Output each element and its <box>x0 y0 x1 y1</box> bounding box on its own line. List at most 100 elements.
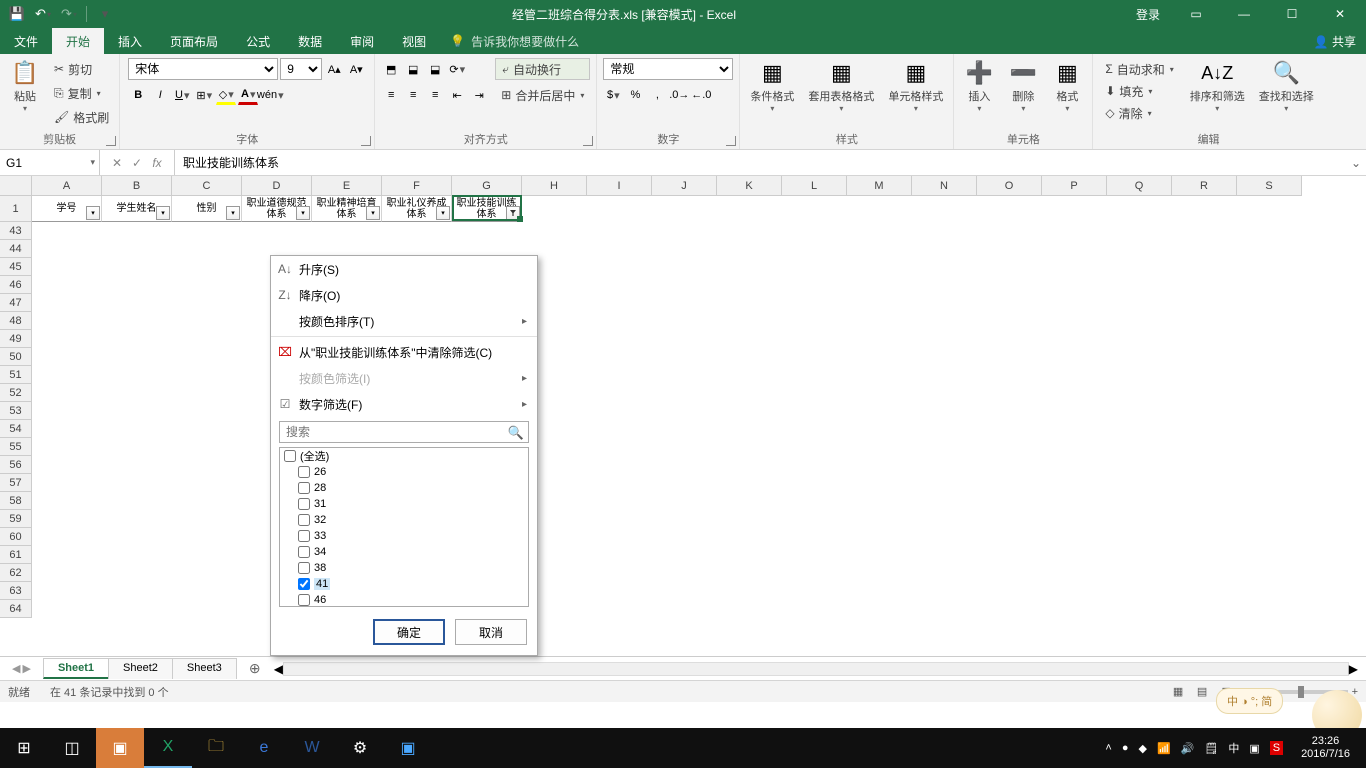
number-format-select[interactable]: 常规 <box>603 58 733 80</box>
row-header[interactable]: 59 <box>0 510 32 528</box>
sort-desc-item[interactable]: Z↓降序(O) <box>271 282 537 308</box>
orientation-icon[interactable]: ⟳▾ <box>447 59 467 79</box>
row-header[interactable]: 1 <box>0 196 32 222</box>
align-launcher-icon[interactable] <box>583 136 593 146</box>
conditional-format-button[interactable]: ▦条件格式▾ <box>744 56 800 115</box>
row-header[interactable]: 47 <box>0 294 32 312</box>
percent-icon[interactable]: % <box>625 85 645 105</box>
filter-search-input[interactable] <box>279 421 529 443</box>
share-button[interactable]: 👤 共享 <box>1314 33 1356 50</box>
row-header[interactable]: 45 <box>0 258 32 276</box>
name-box[interactable]: G1▾ <box>0 150 100 175</box>
column-header[interactable]: Q <box>1107 176 1172 196</box>
start-button[interactable]: ⊞ <box>0 728 48 768</box>
column-header[interactable]: D <box>242 176 312 196</box>
tell-me[interactable]: 💡 告诉我你想要做什么 <box>440 28 589 54</box>
taskbar-edge-icon[interactable]: e <box>240 728 288 768</box>
comma-icon[interactable]: , <box>647 85 667 105</box>
row-header[interactable]: 60 <box>0 528 32 546</box>
minimize-icon[interactable]: — <box>1222 0 1266 28</box>
filter-dropdown-button[interactable]: ▾ <box>366 206 380 220</box>
decrease-decimal-icon[interactable]: ←.0 <box>691 85 711 105</box>
wrap-text-button[interactable]: ⤶ 自动换行 <box>495 58 590 80</box>
insert-cells-button[interactable]: ➕插入▾ <box>958 56 1000 115</box>
increase-indent-icon[interactable]: ⇥ <box>469 85 489 105</box>
taskbar-settings-icon[interactable]: ⚙ <box>336 728 384 768</box>
column-header[interactable]: E <box>312 176 382 196</box>
filter-value-checkbox[interactable] <box>298 466 310 478</box>
phonetic-icon[interactable]: wén▾ <box>260 85 280 105</box>
font-size-select[interactable]: 9 <box>280 58 322 80</box>
filter-value-checkbox[interactable] <box>298 530 310 542</box>
column-header[interactable]: I <box>587 176 652 196</box>
new-sheet-button[interactable]: ⊕ <box>244 660 266 677</box>
tray-wifi-icon[interactable]: 📶 <box>1157 742 1171 755</box>
row-header[interactable]: 64 <box>0 600 32 618</box>
column-header[interactable]: L <box>782 176 847 196</box>
grow-font-icon[interactable]: A▴ <box>324 59 344 79</box>
find-select-button[interactable]: 🔍查找和选择▾ <box>1253 56 1320 115</box>
tab-file[interactable]: 文件 <box>0 28 52 54</box>
border-icon[interactable]: ⊞▾ <box>194 85 214 105</box>
number-launcher-icon[interactable] <box>726 136 736 146</box>
column-header[interactable]: P <box>1042 176 1107 196</box>
zoom-slider[interactable] <box>1258 690 1348 694</box>
decrease-indent-icon[interactable]: ⇤ <box>447 85 467 105</box>
row-header[interactable]: 55 <box>0 438 32 456</box>
sheet-tab[interactable]: Sheet1 <box>43 658 109 679</box>
zoom-out-icon[interactable]: − <box>1247 686 1253 698</box>
ribbon-display-icon[interactable]: ▭ <box>1174 0 1218 28</box>
row-header[interactable]: 61 <box>0 546 32 564</box>
row-header[interactable]: 44 <box>0 240 32 258</box>
shrink-font-icon[interactable]: A▾ <box>346 59 366 79</box>
tab-formulas[interactable]: 公式 <box>232 28 284 54</box>
maximize-icon[interactable]: ☐ <box>1270 0 1314 28</box>
filter-value-checkbox[interactable] <box>298 562 310 574</box>
clear-filter-item[interactable]: ⌧从"职业技能训练体系"中清除筛选(C) <box>271 339 537 365</box>
underline-icon[interactable]: U▾ <box>172 85 192 105</box>
column-header[interactable]: A <box>32 176 102 196</box>
row-header[interactable]: 48 <box>0 312 32 330</box>
tab-view[interactable]: 视图 <box>388 28 440 54</box>
cancel-button[interactable]: 取消 <box>455 619 527 645</box>
row-header[interactable]: 51 <box>0 366 32 384</box>
save-icon[interactable]: 💾 <box>8 5 26 23</box>
row-header[interactable]: 57 <box>0 474 32 492</box>
sort-by-color-item[interactable]: 按颜色排序(T)▸ <box>271 308 537 334</box>
tray-expand-icon[interactable]: ˄ <box>1105 742 1111 754</box>
clipboard-launcher-icon[interactable] <box>106 136 116 146</box>
filter-dropdown-button[interactable]: ▾ <box>156 206 170 220</box>
search-icon[interactable]: 🔍 <box>508 425 524 441</box>
task-view-icon[interactable]: ◫ <box>48 728 96 768</box>
number-filters-item[interactable]: ☑数字筛选(F)▸ <box>271 391 537 417</box>
italic-icon[interactable]: I <box>150 85 170 105</box>
filter-value-checkbox[interactable] <box>298 514 310 526</box>
align-middle-icon[interactable]: ⬓ <box>403 59 423 79</box>
row-header[interactable]: 54 <box>0 420 32 438</box>
filter-values-list[interactable]: (全选) 26283132333438414648 <box>279 447 529 607</box>
filter-dropdown-button[interactable]: ▾ <box>436 206 450 220</box>
row-header[interactable]: 63 <box>0 582 32 600</box>
tray-icon-3[interactable]: ▣ <box>1249 742 1259 755</box>
row-header[interactable]: 43 <box>0 222 32 240</box>
tray-icon-2[interactable]: ◆ <box>1138 742 1146 755</box>
tray-sogou-icon[interactable]: S <box>1270 741 1283 755</box>
normal-view-icon[interactable]: ▦ <box>1167 683 1189 701</box>
filter-value-checkbox[interactable] <box>298 498 310 510</box>
cut-button[interactable]: ✂ 剪切 <box>48 58 115 80</box>
horizontal-scrollbar[interactable]: ◀▶ <box>274 661 1358 677</box>
filter-value-checkbox[interactable] <box>298 594 310 606</box>
clear-button[interactable]: ◇ 清除 ▾ <box>1099 102 1179 124</box>
filter-value-checkbox[interactable] <box>298 546 310 558</box>
cancel-formula-icon[interactable]: ✕ <box>108 156 126 170</box>
align-bottom-icon[interactable]: ⬓ <box>425 59 445 79</box>
paste-button[interactable]: 📋粘贴▾ <box>4 56 46 115</box>
tab-layout[interactable]: 页面布局 <box>156 28 232 54</box>
close-icon[interactable]: ✕ <box>1318 0 1362 28</box>
sheet-nav-prev-icon[interactable]: ◀ <box>12 662 20 675</box>
increase-decimal-icon[interactable]: .0→ <box>669 85 689 105</box>
taskbar-word-icon[interactable]: W <box>288 728 336 768</box>
taskbar-explorer-icon[interactable]: 🗀 <box>192 728 240 768</box>
align-left-icon[interactable]: ≡ <box>381 85 401 105</box>
tray-clock[interactable]: 23:262016/7/16 <box>1293 735 1358 761</box>
